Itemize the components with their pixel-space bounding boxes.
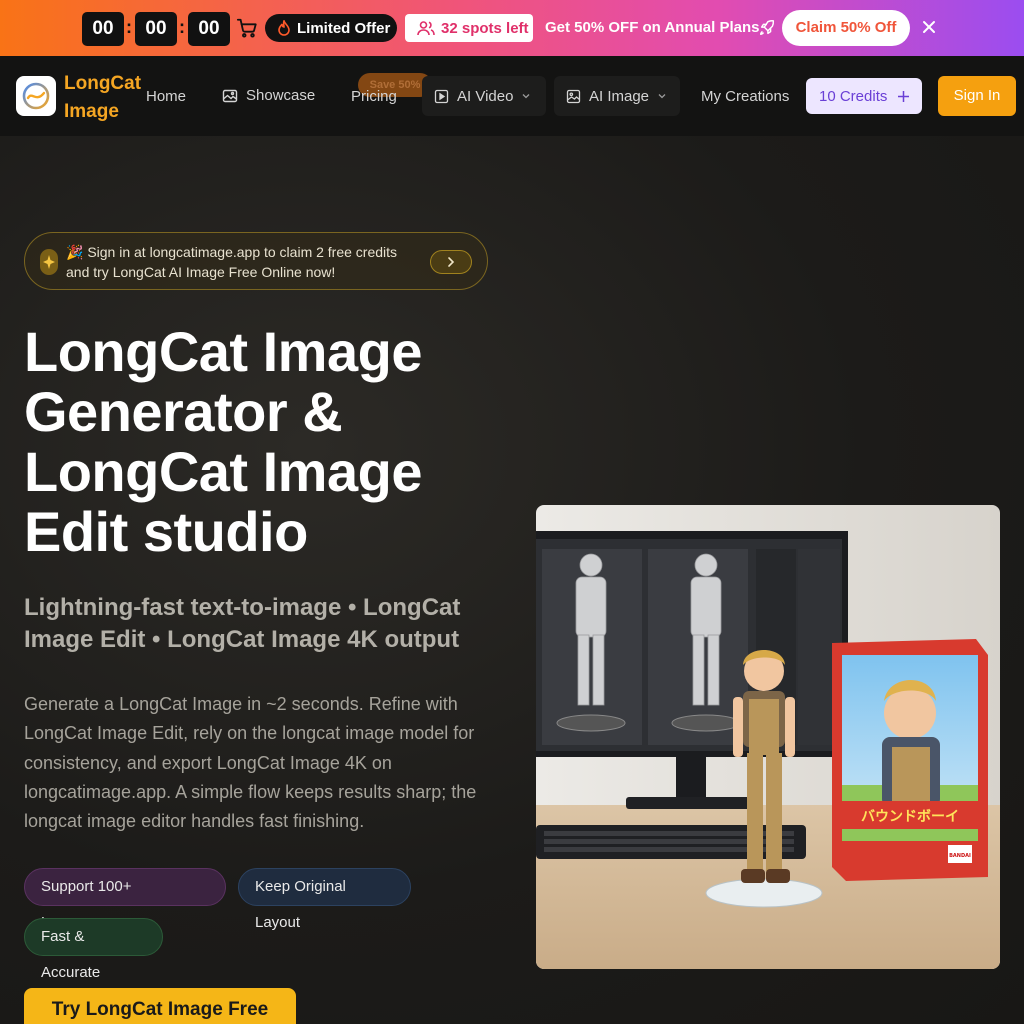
- brand-line-2: Image: [64, 101, 119, 122]
- chevron-down-icon: [658, 94, 666, 99]
- box-title-text: バウンドボーイ: [861, 809, 959, 825]
- rocket-icon: [759, 20, 775, 36]
- timer-seconds: 00: [188, 12, 230, 46]
- announcement-banner[interactable]: 🎉 Sign in at longcatimage.app to claim 2…: [24, 232, 488, 290]
- nav-ai-video-dropdown[interactable]: AI Video: [422, 76, 546, 116]
- announcement-arrow-button[interactable]: [430, 250, 472, 274]
- timer-hours: 00: [82, 12, 124, 46]
- sign-in-button[interactable]: Sign In: [938, 76, 1016, 116]
- nav-ai-image-dropdown[interactable]: AI Image: [554, 76, 680, 116]
- close-icon[interactable]: [920, 18, 938, 36]
- credits-label: 10 Credits: [819, 87, 888, 105]
- brand-name[interactable]: LongCat Image: [64, 70, 154, 126]
- nav-showcase-label: Showcase: [246, 87, 316, 104]
- flame-icon: [278, 20, 290, 36]
- brand-line-1: LongCat: [64, 73, 142, 94]
- sparkle-icon: [40, 249, 58, 275]
- announcement-text: 🎉 Sign in at longcatimage.app to claim 2…: [66, 244, 398, 280]
- logo[interactable]: [16, 76, 56, 116]
- nav-ai-image-label: AI Image: [589, 87, 650, 105]
- promo-bar: 00 : 00 : 00 Limited Offer 32 spots left…: [0, 0, 1024, 56]
- nav-showcase[interactable]: Showcase: [222, 87, 315, 104]
- nav-pricing[interactable]: Pricing: [351, 88, 397, 105]
- cart-icon[interactable]: [236, 17, 258, 39]
- hero-section: 🎉 Sign in at longcatimage.app to claim 2…: [0, 136, 1024, 1024]
- hero-illustration: バウンドボーイ BANDAI: [536, 505, 1000, 969]
- hero-subtitle: Lightning-fast text-to-image • LongCat I…: [24, 594, 461, 653]
- chevron-down-icon: [522, 94, 530, 99]
- credits-button[interactable]: 10 Credits: [806, 78, 922, 114]
- users-icon: [417, 21, 435, 36]
- spots-left-badge: 32 spots left: [405, 14, 533, 42]
- hero-title: LongCat Image Generator & LongCat Image …: [24, 320, 422, 563]
- box-logo-text: BANDAI: [949, 853, 971, 859]
- promo-offer-text: Get 50% OFF on Annual Plans: [545, 19, 760, 36]
- logo-icon: [22, 82, 50, 110]
- image-gallery-icon: [222, 89, 238, 102]
- feature-chip-languages: Support 100+ Languages: [24, 868, 226, 931]
- nav-ai-video-label: AI Video: [457, 87, 514, 105]
- feature-chip-layout: Keep Original Layout: [238, 868, 411, 931]
- limited-offer-badge: Limited Offer: [265, 14, 397, 42]
- chevron-right-icon: [448, 257, 455, 267]
- nav-home[interactable]: Home: [146, 88, 186, 105]
- nav-my-creations[interactable]: My Creations: [701, 88, 789, 105]
- hero-description: Generate a LongCat Image in ~2 seconds. …: [24, 694, 477, 832]
- timer-minutes: 00: [135, 12, 177, 46]
- plus-icon: [898, 90, 910, 102]
- feature-chip-fast: Fast & Accurate: [24, 918, 163, 981]
- claim-offer-button[interactable]: Claim 50% Off: [782, 10, 910, 46]
- spots-left-label: 32 spots left: [441, 19, 529, 37]
- timer-separator: :: [126, 17, 132, 37]
- video-play-icon: [434, 89, 449, 103]
- main-nav: LongCat Image Home Showcase Save 50% Pri…: [0, 56, 1024, 136]
- image-icon: [566, 89, 581, 103]
- try-free-button[interactable]: Try LongCat Image Free: [24, 988, 296, 1024]
- timer-separator: :: [179, 17, 185, 37]
- limited-offer-label: Limited Offer: [297, 19, 391, 37]
- hero-image: バウンドボーイ BANDAI: [536, 505, 1000, 969]
